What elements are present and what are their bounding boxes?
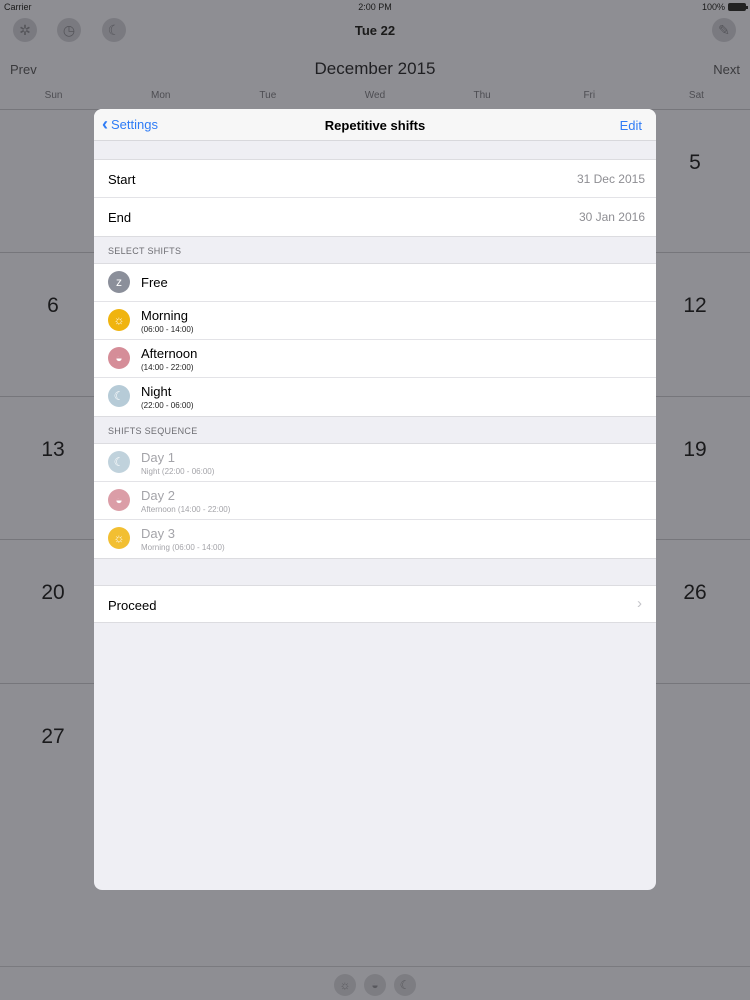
start-label: Start bbox=[108, 172, 136, 187]
bottom-shift-bar: ☼ ◒ ☾ bbox=[0, 966, 750, 1000]
sequence-day: Day 3 bbox=[141, 526, 175, 541]
end-value: 30 Jan 2016 bbox=[578, 210, 645, 224]
calendar-day[interactable]: 12 bbox=[665, 294, 725, 318]
chevron-right-icon: › bbox=[637, 595, 642, 612]
modal-navbar: ‹ Settings Repetitive shifts Edit bbox=[94, 109, 656, 141]
brush-icon[interactable]: ✎ bbox=[712, 18, 736, 42]
weekday-label: Sat bbox=[688, 90, 704, 101]
sequence-item-day-1[interactable]: ☾ Day 1 Night (22:00 - 06:00) bbox=[94, 444, 656, 482]
sequence-detail: Afternoon (14:00 - 22:00) bbox=[141, 505, 231, 514]
select-shifts-header: SELECT SHIFTS bbox=[108, 246, 182, 256]
moon-icon: ☾ bbox=[108, 451, 130, 473]
shift-name: Free bbox=[141, 275, 168, 290]
weekday-label: Sun bbox=[44, 90, 63, 101]
end-date-row[interactable]: End 30 Jan 2016 bbox=[94, 198, 656, 236]
sequence-item-day-3[interactable]: ☼ Day 3 Morning (06:00 - 14:00) bbox=[94, 520, 656, 558]
weekday-label: Fri bbox=[583, 90, 596, 101]
sun-icon: ☼ bbox=[108, 309, 130, 331]
shift-item-night[interactable]: ☾ Night (22:00 - 06:00) bbox=[94, 378, 656, 416]
shifts-sequence-group: ☾ Day 1 Night (22:00 - 06:00) ◒ Day 2 Af… bbox=[94, 443, 656, 559]
sun-icon[interactable]: ☼ bbox=[334, 974, 356, 996]
start-date-row[interactable]: Start 31 Dec 2015 bbox=[94, 160, 656, 198]
battery-icon bbox=[728, 3, 748, 11]
select-shifts-group: z Free ☼ Morning (06:00 - 14:00) ◒ After… bbox=[94, 263, 656, 417]
shift-item-free[interactable]: z Free bbox=[94, 264, 656, 302]
sequence-day: Day 2 bbox=[141, 488, 175, 503]
moon-icon[interactable]: ☾ bbox=[394, 974, 416, 996]
status-bar: Carrier 2:00 PM 100% bbox=[0, 0, 750, 14]
edit-button[interactable]: Edit bbox=[620, 118, 642, 133]
weekday-label: Mon bbox=[150, 90, 171, 101]
month-title: December 2015 bbox=[314, 59, 436, 78]
repetitive-shifts-modal: ‹ Settings Repetitive shifts Edit Start … bbox=[94, 109, 656, 890]
calendar-day[interactable]: 5 bbox=[665, 151, 725, 175]
current-date: Tue 22 bbox=[354, 23, 396, 38]
date-range-group: Start 31 Dec 2015 End 30 Jan 2016 bbox=[94, 159, 656, 237]
calendar-day[interactable]: 13 bbox=[23, 438, 83, 462]
weekday-label: Tue bbox=[259, 90, 277, 101]
sequence-item-day-2[interactable]: ◒ Day 2 Afternoon (14:00 - 22:00) bbox=[94, 482, 656, 520]
modal-title: Repetitive shifts bbox=[324, 118, 426, 133]
top-toolbar: ✲ ◷ ☾ Tue 22 ✎ bbox=[0, 14, 750, 48]
moon-icon: ☾ bbox=[108, 385, 130, 407]
sequence-day: Day 1 bbox=[141, 450, 175, 465]
month-navigation: Prev December 2015 Next bbox=[0, 56, 750, 84]
start-value: 31 Dec 2015 bbox=[576, 172, 645, 186]
shift-time: (06:00 - 14:00) bbox=[141, 325, 194, 334]
next-month-button[interactable]: Next bbox=[713, 62, 740, 77]
sunset-icon: ◒ bbox=[108, 347, 130, 369]
sequence-detail: Morning (06:00 - 14:00) bbox=[141, 543, 225, 552]
shift-time: (14:00 - 22:00) bbox=[141, 363, 194, 372]
shift-name: Afternoon bbox=[141, 346, 198, 361]
sun-icon: ☼ bbox=[108, 527, 130, 549]
weekday-label: Wed bbox=[364, 90, 386, 101]
snooze-icon: z bbox=[108, 271, 130, 293]
proceed-label: Proceed bbox=[108, 598, 157, 613]
status-time: 2:00 PM bbox=[358, 2, 392, 12]
battery-percent: 100% bbox=[701, 2, 725, 12]
sunset-icon: ◒ bbox=[108, 489, 130, 511]
sunset-icon[interactable]: ◒ bbox=[364, 974, 386, 996]
end-label: End bbox=[108, 210, 132, 225]
shifts-sequence-header: SHIFTS SEQUENCE bbox=[108, 426, 198, 436]
shift-item-afternoon[interactable]: ◒ Afternoon (14:00 - 22:00) bbox=[94, 340, 656, 378]
shift-item-morning[interactable]: ☼ Morning (06:00 - 14:00) bbox=[94, 302, 656, 340]
calendar-day[interactable]: 6 bbox=[23, 294, 83, 318]
battery-indicator: 100% bbox=[701, 2, 748, 12]
shift-time: (22:00 - 06:00) bbox=[141, 401, 194, 410]
shift-name: Night bbox=[141, 384, 172, 399]
sequence-detail: Night (22:00 - 06:00) bbox=[141, 467, 215, 476]
proceed-button[interactable]: Proceed › bbox=[94, 585, 656, 623]
weekday-header: Sun Mon Tue Wed Thu Fri Sat bbox=[0, 90, 750, 108]
weekday-label: Thu bbox=[473, 90, 491, 101]
calendar-day[interactable]: 27 bbox=[23, 725, 83, 749]
calendar-day[interactable]: 19 bbox=[665, 438, 725, 462]
shift-name: Morning bbox=[141, 308, 188, 323]
calendar-day[interactable]: 20 bbox=[23, 581, 83, 605]
calendar-day[interactable]: 26 bbox=[665, 581, 725, 605]
